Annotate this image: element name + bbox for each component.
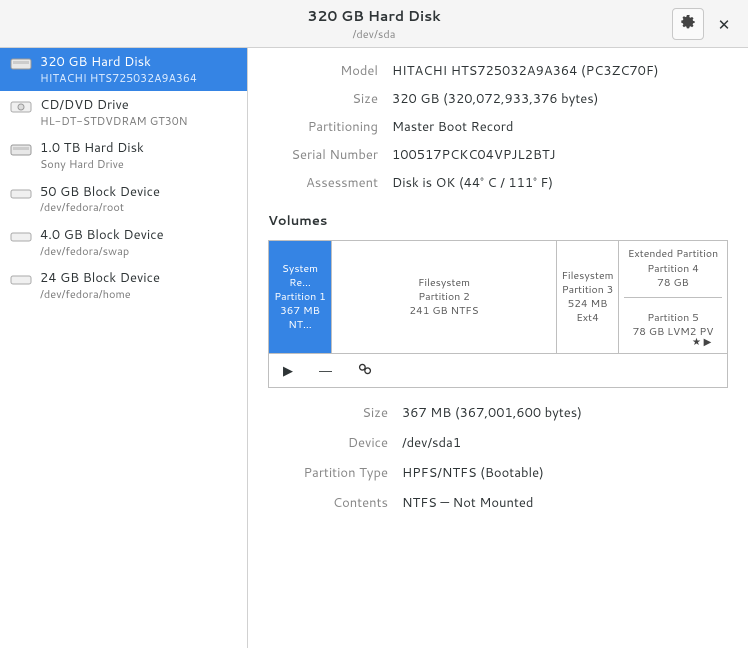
- volume-partition-3[interactable]: Filesystem Partition 3 524 MB Ext4: [557, 241, 619, 353]
- label-part-size: Size: [268, 404, 388, 422]
- volume-partition-5[interactable]: Partition 5 78 GB LVM2 PV ★ ▶: [629, 298, 718, 354]
- device-item-sony[interactable]: 1.0 TB Hard Disk Sony Hard Drive: [0, 134, 247, 177]
- device-item-swap[interactable]: 4.0 GB Block Device /dev/fedora/swap: [0, 221, 247, 264]
- block-icon: [10, 272, 32, 288]
- label-assessment: Assessment: [268, 174, 378, 192]
- close-button[interactable]: ✕: [708, 8, 740, 40]
- gear-icon: [680, 14, 696, 35]
- value-partitioning: Master Boot Record: [392, 118, 728, 136]
- value-part-type: HPFS/NTFS (Bootable): [402, 464, 728, 482]
- window-subtitle: /dev/sda: [307, 26, 440, 42]
- device-title: 320 GB Hard Disk: [40, 54, 237, 71]
- device-sub: /dev/fedora/swap: [40, 244, 237, 258]
- volume-options-button[interactable]: [358, 362, 372, 379]
- close-icon: ✕: [718, 14, 731, 35]
- device-item-cddvd[interactable]: CD/DVD Drive HL-DT-STDVDRAM GT30N: [0, 91, 247, 134]
- device-item-home[interactable]: 24 GB Block Device /dev/fedora/home: [0, 264, 247, 307]
- label-model: Model: [268, 62, 378, 80]
- value-part-device: /dev/sda1: [402, 434, 728, 452]
- volume-partition-1[interactable]: System Re… Partition 1 367 MB NT…: [269, 241, 332, 353]
- value-model: HITACHI HTS725032A9A364 (PC3ZC70F): [392, 62, 728, 80]
- value-assessment: Disk is OK (44° C / 111° F): [392, 174, 728, 192]
- settings-button[interactable]: [672, 8, 704, 40]
- device-title: 24 GB Block Device: [40, 270, 237, 287]
- value-part-contents: NTFS — Not Mounted: [402, 494, 728, 512]
- value-serial: 100517PCKC04VPJL2BTJ: [392, 146, 728, 164]
- volume-map: System Re… Partition 1 367 MB NT… Filesy…: [268, 240, 728, 354]
- window-title: 320 GB Hard Disk: [307, 6, 440, 26]
- device-item-root[interactable]: 50 GB Block Device /dev/fedora/root: [0, 178, 247, 221]
- disk-detail: Model HITACHI HTS725032A9A364 (PC3ZC70F)…: [248, 48, 748, 648]
- volumes-heading: Volumes: [268, 212, 728, 230]
- volume-partition-2[interactable]: Filesystem Partition 2 241 GB NTFS: [332, 241, 557, 353]
- value-size: 320 GB (320,072,933,376 bytes): [392, 90, 728, 108]
- gears-icon: [358, 364, 372, 379]
- titlebar: 320 GB Hard Disk /dev/sda ✕: [0, 0, 748, 48]
- device-sidebar: 320 GB Hard Disk HITACHI HTS725032A9A364…: [0, 48, 248, 648]
- optical-icon: [10, 99, 32, 115]
- volume-indicator-icons: ★ ▶: [692, 335, 711, 349]
- delete-button[interactable]: —: [319, 363, 332, 378]
- device-title: 1.0 TB Hard Disk: [40, 140, 237, 157]
- block-icon: [10, 186, 32, 202]
- label-part-contents: Contents: [268, 494, 388, 512]
- volume-toolbar: ▶ —: [268, 354, 728, 388]
- play-icon: ▶: [283, 363, 293, 378]
- device-sub: HL-DT-STDVDRAM GT30N: [40, 114, 237, 128]
- label-partitioning: Partitioning: [268, 118, 378, 136]
- device-sub: /dev/fedora/home: [40, 287, 237, 301]
- volume-extended: Extended Partition Partition 4 78 GB Par…: [619, 241, 727, 353]
- hdd-icon: [10, 142, 32, 158]
- label-part-type: Partition Type: [268, 464, 388, 482]
- mount-button[interactable]: ▶: [283, 363, 293, 379]
- device-sub: HITACHI HTS725032A9A364: [40, 71, 237, 85]
- block-icon: [10, 229, 32, 245]
- volume-partition-4[interactable]: Extended Partition Partition 4 78 GB: [624, 241, 722, 298]
- device-title: 50 GB Block Device: [40, 184, 237, 201]
- device-item-hitachi[interactable]: 320 GB Hard Disk HITACHI HTS725032A9A364: [0, 48, 247, 91]
- label-size: Size: [268, 90, 378, 108]
- label-part-device: Device: [268, 434, 388, 452]
- device-title: CD/DVD Drive: [40, 97, 237, 114]
- hdd-icon: [10, 56, 32, 72]
- device-sub: /dev/fedora/root: [40, 200, 237, 214]
- value-part-size: 367 MB (367,001,600 bytes): [402, 404, 728, 422]
- device-sub: Sony Hard Drive: [40, 157, 237, 171]
- device-title: 4.0 GB Block Device: [40, 227, 237, 244]
- minus-icon: —: [319, 363, 332, 378]
- label-serial: Serial Number: [268, 146, 378, 164]
